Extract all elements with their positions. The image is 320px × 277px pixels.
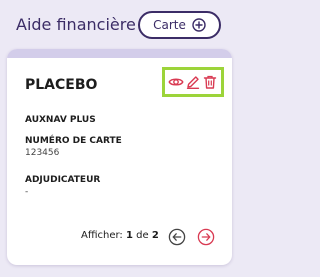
arrow-right-circle-icon[interactable]: [196, 227, 216, 247]
eye-icon[interactable]: [168, 74, 184, 90]
pagination-status: Afficher: 1 de 2: [81, 230, 159, 241]
card-number-label: NUMÉRO DE CARTE: [25, 136, 122, 146]
add-card-button[interactable]: Carte: [138, 11, 221, 39]
plus-circle-icon: [192, 18, 206, 32]
organization-name: AUXNAV PLUS: [25, 115, 96, 125]
pagination: Afficher: 1 de 2: [7, 226, 232, 248]
card-accent-bar: [7, 49, 232, 58]
arrow-left-circle-icon[interactable]: [167, 227, 187, 247]
adjudicator-label: ADJUDICATEUR: [25, 175, 101, 185]
pagination-total: 2: [151, 230, 159, 241]
pagination-current: 1: [126, 230, 133, 241]
page-title: Aide financière: [16, 15, 136, 34]
page-header: Aide financière Carte: [0, 0, 245, 48]
add-card-button-label: Carte: [153, 18, 186, 32]
financial-aid-card: PLACEBO AUXNAV PLUS NUMÉRO DE CARTE 1234…: [7, 49, 232, 265]
pagination-separator: de: [136, 230, 149, 241]
trash-icon[interactable]: [202, 74, 218, 90]
pencil-icon[interactable]: [185, 74, 201, 90]
card-actions: [162, 67, 224, 97]
card-title: PLACEBO: [25, 77, 98, 93]
adjudicator-value: -: [25, 187, 29, 197]
card-number-value: 123456: [25, 148, 60, 158]
pagination-prefix: Afficher:: [81, 230, 123, 241]
